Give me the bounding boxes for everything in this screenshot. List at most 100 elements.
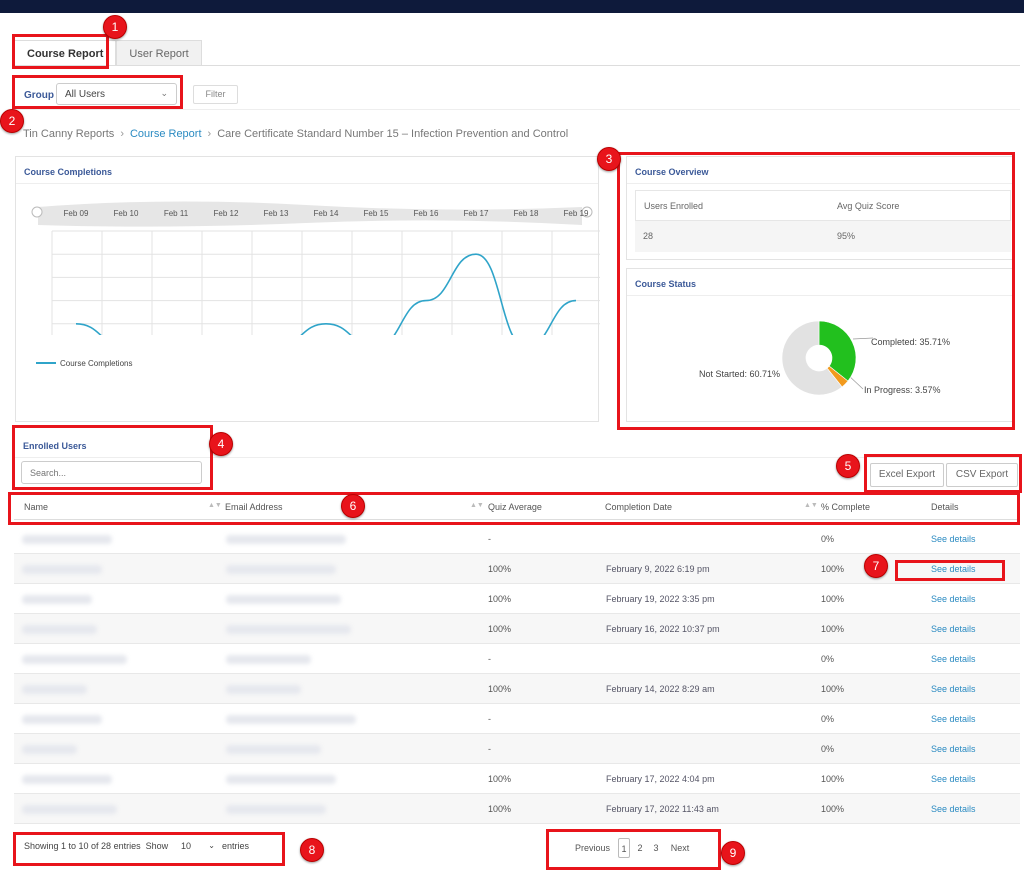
cell-percent-complete: 100% <box>821 564 845 574</box>
redacted-name <box>22 595 92 604</box>
cell-quiz-average: 100% <box>488 774 512 784</box>
cell-quiz-average: 100% <box>488 594 512 604</box>
annotation-badge-5: 5 <box>836 454 860 478</box>
x-tick-label: Feb 11 <box>164 209 189 218</box>
cell-completion-date: February 17, 2022 4:04 pm <box>606 774 715 784</box>
see-details-link[interactable]: See details <box>931 654 976 664</box>
breadcrumb: Tin Canny Reports › Course Report › Care Cer… <box>23 128 568 140</box>
see-details-link[interactable]: See details <box>931 744 976 754</box>
annotation-box-5 <box>864 454 1022 493</box>
cell-quiz-average: 100% <box>488 624 512 634</box>
table-row: 100% February 17, 2022 11:43 am 100% See… <box>14 794 1020 824</box>
x-tick-label: Feb 19 <box>564 209 589 218</box>
filter-button[interactable]: Filter <box>193 85 238 104</box>
annotation-box-8 <box>13 832 285 866</box>
top-bar <box>0 0 1024 13</box>
cell-completion-date: February 16, 2022 10:37 pm <box>606 624 720 634</box>
course-completions-panel: Course Completions Feb 09 Feb 10 Feb 11 Feb… <box>15 156 600 422</box>
see-details-link[interactable]: See details <box>931 684 976 694</box>
redacted-email <box>226 565 336 574</box>
breadcrumb-course-report[interactable]: Course Report <box>130 128 202 140</box>
tab-user-report[interactable]: User Report <box>116 40 202 66</box>
breadcrumb-separator: › <box>207 128 212 140</box>
cell-percent-complete: 100% <box>821 774 845 784</box>
cell-percent-complete: 100% <box>821 684 845 694</box>
redacted-name <box>22 685 87 694</box>
table-row: - 0% See details <box>14 704 1020 734</box>
annotation-box-4 <box>12 425 213 490</box>
cell-percent-complete: 0% <box>821 744 835 754</box>
x-tick-label: Feb 14 <box>314 209 339 218</box>
x-tick-label: Feb 12 <box>214 209 239 218</box>
redacted-email <box>226 595 341 604</box>
cell-percent-complete: 0% <box>821 654 835 664</box>
annotation-badge-1: 1 <box>103 15 127 39</box>
annotation-badge-3: 3 <box>597 147 621 171</box>
cell-quiz-average: - <box>488 654 491 664</box>
redacted-name <box>22 655 127 664</box>
redacted-email <box>226 775 336 784</box>
legend-label[interactable]: Course Completions <box>60 359 132 368</box>
x-tick-label: Feb 10 <box>114 209 139 218</box>
cell-quiz-average: 100% <box>488 564 512 574</box>
annotation-box-1 <box>12 34 109 69</box>
redacted-email <box>226 655 311 664</box>
cell-quiz-average: 100% <box>488 684 512 694</box>
annotation-box-6 <box>8 492 1020 525</box>
breadcrumb-tin-canny[interactable]: Tin Canny Reports <box>23 128 114 140</box>
annotation-badge-2: 2 <box>0 109 24 133</box>
x-tick-label: Feb 13 <box>264 209 289 218</box>
table-row: 100% February 19, 2022 3:35 pm 100% See … <box>14 584 1020 614</box>
annotation-badge-7: 7 <box>864 554 888 578</box>
cell-percent-complete: 0% <box>821 714 835 724</box>
redacted-email <box>226 715 356 724</box>
redacted-name <box>22 715 102 724</box>
redacted-email <box>226 685 301 694</box>
redacted-name <box>22 775 112 784</box>
table-row: - 0% See details <box>14 644 1020 674</box>
cell-completion-date: February 9, 2022 6:19 pm <box>606 564 710 574</box>
redacted-email <box>226 805 326 814</box>
see-details-link[interactable]: See details <box>931 804 976 814</box>
cell-completion-date: February 19, 2022 3:35 pm <box>606 594 715 604</box>
cell-percent-complete: 0% <box>821 534 835 544</box>
see-details-link[interactable]: See details <box>931 594 976 604</box>
see-details-link[interactable]: See details <box>931 534 976 544</box>
x-tick-label: Feb 17 <box>464 209 489 218</box>
annotation-badge-6: 6 <box>341 494 365 518</box>
table-row: 100% February 17, 2022 4:04 pm 100% See … <box>14 764 1020 794</box>
table-row: 100% February 16, 2022 10:37 pm 100% See… <box>14 614 1020 644</box>
cell-quiz-average: 100% <box>488 804 512 814</box>
see-details-link[interactable]: See details <box>931 624 976 634</box>
table-row: - 0% See details <box>14 734 1020 764</box>
panel-divider <box>16 183 598 184</box>
x-tick-label: Feb 18 <box>514 209 539 218</box>
x-tick-label: Feb 09 <box>64 209 89 218</box>
annotation-box-7 <box>895 560 1005 581</box>
annotation-badge-8: 8 <box>300 838 324 862</box>
cell-completion-date: February 14, 2022 8:29 am <box>606 684 715 694</box>
cell-quiz-average: - <box>488 534 491 544</box>
range-handle-left[interactable] <box>31 206 43 218</box>
cell-percent-complete: 100% <box>821 594 845 604</box>
redacted-name <box>22 565 102 574</box>
redacted-email <box>226 535 346 544</box>
tabs-divider <box>14 65 1020 66</box>
completions-title: Course Completions <box>24 167 113 177</box>
table-row: - 0% See details <box>14 524 1020 554</box>
annotation-box-3 <box>617 152 1015 430</box>
redacted-email <box>226 625 351 634</box>
x-tick-label: Feb 15 <box>364 209 389 218</box>
see-details-link[interactable]: See details <box>931 774 976 784</box>
breadcrumb-separator: › <box>120 128 124 140</box>
completions-chart: Feb 09 Feb 10 Feb 11 Feb 12 Feb 13 Feb 14 Feb … <box>31 201 600 368</box>
see-details-link[interactable]: See details <box>931 714 976 724</box>
cell-percent-complete: 100% <box>821 804 845 814</box>
cell-quiz-average: - <box>488 744 491 754</box>
table-row: 100% February 14, 2022 8:29 am 100% See … <box>14 674 1020 704</box>
breadcrumb-current-course: Care Certificate Standard Number 15 – In… <box>217 128 569 140</box>
redacted-name <box>22 745 77 754</box>
redacted-name <box>22 805 117 814</box>
cell-completion-date: February 17, 2022 11:43 am <box>606 804 719 814</box>
annotation-badge-4: 4 <box>209 432 233 456</box>
